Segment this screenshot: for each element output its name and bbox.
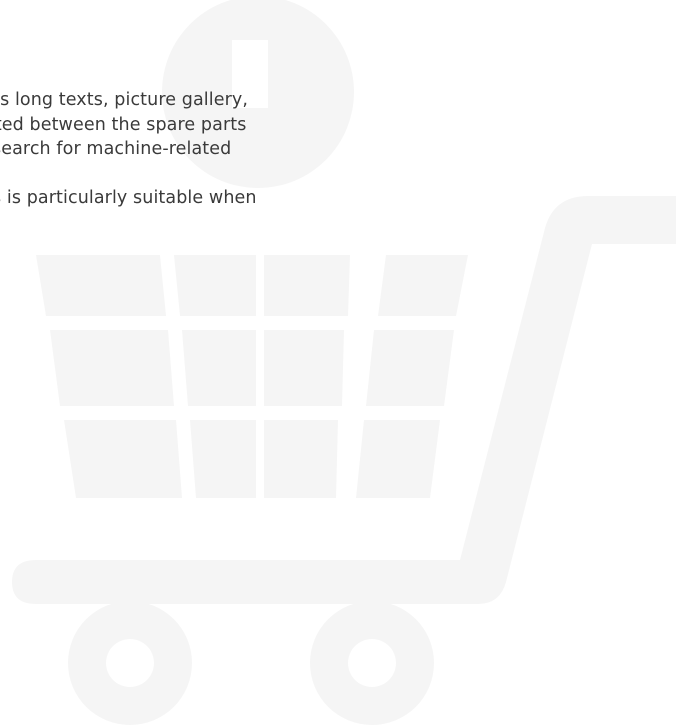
cart-cell [264,330,344,406]
cart-wheel-right-hole [348,639,396,687]
paragraph-1-line-1: des long texts, picture gallery, [0,90,248,110]
cart-cell [182,330,256,406]
cart-cell [378,255,468,316]
paragraph-1-line-3: search for machine-related [0,139,232,160]
cart-cell [264,255,350,316]
paragraph-1: des long texts, picture gallery, ated be… [0,88,676,162]
cart-cell [64,420,182,498]
cart-cell [356,420,440,498]
description-text: des long texts, picture gallery, ated be… [0,88,676,210]
cart-cell [50,330,174,406]
paragraph-1-line-2: ated between the spare parts [0,114,247,135]
cart-cell [264,420,338,498]
paragraph-2: s is particularly suitable when [0,186,676,211]
cart-cell [36,255,166,316]
paragraph-2-line-1: s is particularly suitable when [0,187,257,208]
cart-cell [174,255,256,316]
cart-cell [190,420,256,498]
cart-cell [366,330,454,406]
page-canvas: des long texts, picture gallery, ated be… [0,0,676,725]
cart-wheel-left-hole [106,639,154,687]
